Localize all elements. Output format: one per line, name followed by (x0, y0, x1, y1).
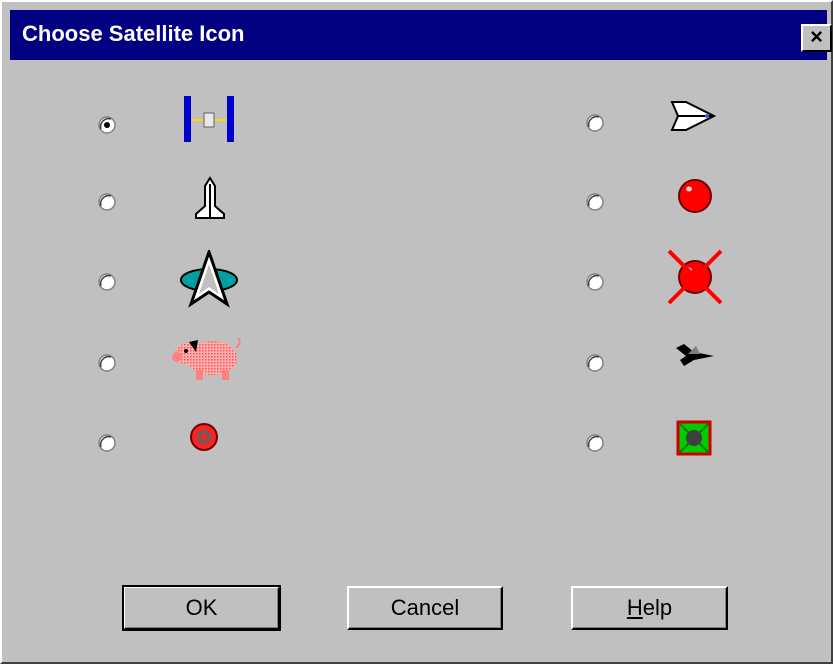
radio-red-ball[interactable] (586, 193, 604, 211)
shuttle-launch-icon (195, 176, 225, 219)
boxed-target-icon (676, 420, 712, 456)
space-station-icon (184, 96, 234, 142)
radio-boxed-target[interactable] (586, 434, 604, 452)
title-bar: Choose Satellite Icon × (10, 10, 832, 60)
cancel-label: Cancel (390, 595, 460, 620)
radio-space-shuttle-side[interactable] (586, 114, 604, 132)
radio-target-ring[interactable] (98, 434, 116, 452)
close-icon: × (810, 24, 823, 49)
radio-space-station[interactable] (98, 116, 116, 134)
red-ball-icon (678, 179, 712, 213)
ok-label: OK (185, 595, 218, 620)
radio-red-ball-crossed[interactable] (586, 273, 604, 291)
radio-pig[interactable] (98, 354, 116, 372)
cancel-button[interactable]: Cancel (347, 586, 503, 630)
dialog-title: Choose Satellite Icon (22, 21, 245, 46)
radio-jet[interactable] (586, 354, 604, 372)
ok-button[interactable]: OK (122, 585, 281, 631)
help-button[interactable]: Help (571, 586, 728, 630)
choose-satellite-icon-dialog: Choose Satellite Icon × OK Cancel Help (0, 0, 833, 664)
red-ball-crossed-icon (667, 249, 723, 305)
help-label-rest: elp (642, 595, 673, 620)
space-shuttle-side-icon (670, 101, 716, 131)
radio-starfleet-delta[interactable] (98, 273, 116, 291)
starfleet-delta-icon (180, 250, 238, 308)
jet-icon (676, 344, 714, 366)
radio-shuttle-launch[interactable] (98, 193, 116, 211)
target-ring-icon (190, 423, 218, 451)
help-accelerator: H (626, 595, 643, 620)
close-button[interactable]: × (801, 24, 832, 52)
pig-icon (172, 337, 241, 380)
help-label: Help (627, 595, 672, 621)
